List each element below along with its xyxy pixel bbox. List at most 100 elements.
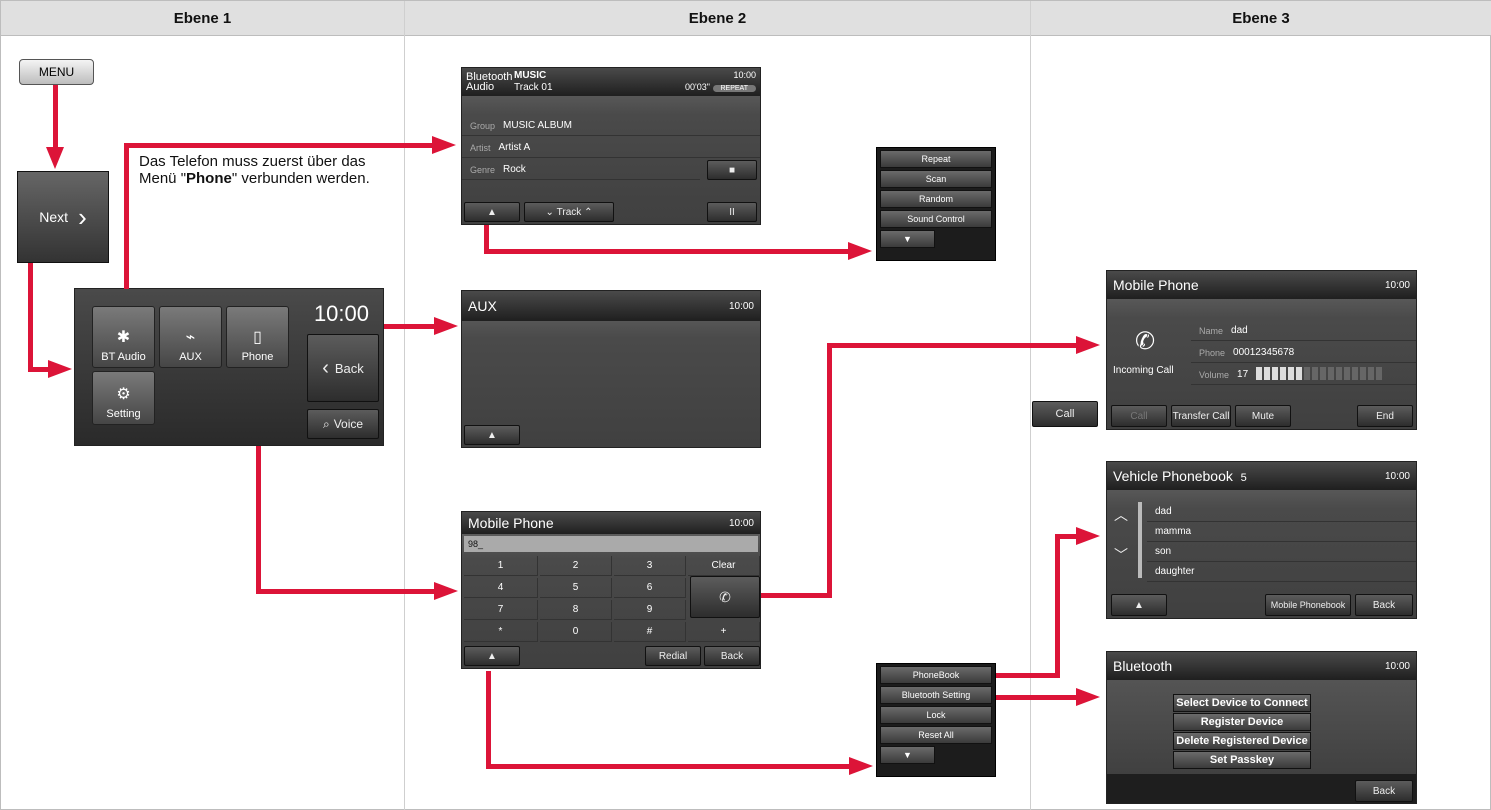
keypad-key[interactable]: 3 [614, 556, 686, 576]
clock: 10:00 [1384, 470, 1410, 482]
bluetooth-setting-item[interactable]: Bluetooth Setting [880, 686, 992, 704]
phone-menu: PhoneBook Bluetooth Setting Lock Reset A… [876, 663, 996, 777]
set-passkey-button[interactable]: Set Passkey [1173, 751, 1311, 769]
incoming-titlebar: Mobile Phone 10:00 [1107, 271, 1416, 299]
keypad-key[interactable]: Clear [688, 556, 760, 576]
source: MUSIC [514, 70, 547, 81]
volume-bar[interactable] [1256, 366, 1384, 383]
phone-label: Phone [241, 351, 274, 363]
aux-label: AUX [179, 351, 202, 363]
next-label: Next [39, 209, 69, 225]
sound-control-item[interactable]: Sound Control [880, 210, 992, 228]
contact-row[interactable]: mamma [1147, 522, 1416, 542]
select-device-button[interactable]: Select Device to Connect [1173, 694, 1311, 712]
back-button[interactable]: ‹ Back [307, 334, 379, 402]
contact-row[interactable]: son [1147, 542, 1416, 562]
menu-down-button[interactable]: ▼ [880, 230, 935, 248]
scrollbar[interactable] [1138, 502, 1142, 578]
stop-button[interactable]: ■ [707, 160, 757, 180]
call-button[interactable]: Call [1111, 405, 1167, 427]
repeat-badge: REPEAT [712, 85, 756, 92]
header-level-2: Ebene 2 [405, 1, 1030, 36]
incoming-status: Incoming Call [1113, 365, 1174, 376]
repeat-item[interactable]: Repeat [880, 150, 992, 168]
phone-label: Phone [1199, 347, 1226, 358]
keypad-key[interactable]: # [614, 622, 686, 642]
scroll-down-button[interactable]: ﹀ [1109, 542, 1133, 568]
group-row: Group MUSIC ALBUM [462, 116, 760, 136]
keypad-key[interactable]: 4 [464, 578, 538, 598]
volume-segment [1376, 366, 1383, 380]
phonebook-item[interactable]: PhoneBook [880, 666, 992, 684]
transfer-call-button[interactable]: Transfer Call [1171, 405, 1231, 427]
mobile-phonebook-button[interactable]: Mobile Phonebook [1265, 594, 1351, 616]
next-button[interactable]: Next › [17, 171, 109, 263]
volume-segment [1344, 366, 1351, 380]
track-button[interactable]: ⌄ Track ⌃ [524, 202, 614, 222]
genre-value: Rock [503, 164, 526, 175]
phonebook-titlebar: Vehicle Phonebook 5 10:00 [1107, 462, 1416, 490]
phone-title: Mobile Phone [468, 515, 554, 531]
bt-audio-titlebar: Bluetooth Audio MUSIC Track 01 10:00 00'03… [462, 68, 760, 96]
bt-audio-status: 10:00 00'03" REPEAT [685, 69, 756, 95]
lock-item[interactable]: Lock [880, 706, 992, 724]
keypad-key[interactable]: 2 [540, 556, 612, 576]
bluetooth-title: Bluetooth [1113, 658, 1173, 674]
voice-button[interactable]: ⌕ Voice [307, 409, 379, 439]
call-button[interactable]: ✆ [690, 576, 760, 618]
bt-audio-tile[interactable]: ✱ BT Audio [92, 306, 155, 368]
keypad-key[interactable]: 5 [540, 578, 612, 598]
menu-button[interactable]: MENU [19, 59, 94, 85]
keypad-key[interactable]: 6 [614, 578, 686, 598]
back-button[interactable]: Back [704, 646, 760, 666]
volume-segment [1256, 366, 1263, 380]
group-label: Group [470, 120, 496, 131]
artist-label: Artist [470, 142, 491, 153]
up-button[interactable]: ▲ [464, 425, 520, 445]
contact-row[interactable]: daughter [1147, 562, 1416, 582]
scan-item[interactable]: Scan [880, 170, 992, 188]
aux-tile[interactable]: ⌁ AUX [159, 306, 222, 368]
mute-button[interactable]: Mute [1235, 405, 1291, 427]
aux-screen: AUX 10:00 ▲ [461, 290, 761, 448]
phone-tile[interactable]: ▯ Phone [226, 306, 289, 368]
scroll-up-button[interactable]: ︿ [1109, 502, 1133, 528]
delete-device-button[interactable]: Delete Registered Device [1173, 732, 1311, 750]
keypad-key[interactable]: 8 [540, 600, 612, 620]
keypad-key[interactable]: + [688, 622, 760, 642]
volume-segment [1328, 366, 1335, 380]
phone-titlebar: Mobile Phone 10:00 [462, 512, 760, 534]
up-button[interactable]: ▲ [1111, 594, 1167, 616]
setting-tile[interactable]: ⚙ Setting [92, 371, 155, 425]
keypad-key[interactable]: 0 [540, 622, 612, 642]
up-button[interactable]: ▲ [464, 646, 520, 666]
reset-all-item[interactable]: Reset All [880, 726, 992, 744]
voice-label: Voice [333, 417, 364, 431]
incoming-title: Mobile Phone [1113, 277, 1199, 293]
main-menu-screen: ✱ BT Audio ⌁ AUX ▯ Phone ⚙ Setting 10:00 ‹ Ba… [74, 288, 384, 446]
keypad-key[interactable]: 1 [464, 556, 538, 576]
register-device-button[interactable]: Register Device [1173, 713, 1311, 731]
clock: 10:00 [733, 70, 756, 80]
back-button[interactable]: Back [1355, 594, 1413, 616]
time: 00'03" [685, 82, 710, 92]
keypad-key[interactable]: 7 [464, 600, 538, 620]
phone-icon: ▯ [253, 329, 262, 346]
number-entry[interactable]: 98_ [464, 536, 758, 552]
menu-down-button[interactable]: ▼ [880, 746, 935, 764]
keypad-key[interactable]: 9 [614, 600, 686, 620]
volume-segment [1320, 366, 1327, 380]
back-button[interactable]: Back [1355, 780, 1413, 802]
keypad-key[interactable]: * [464, 622, 538, 642]
contact-row[interactable]: dad [1147, 502, 1416, 522]
aux-titlebar: AUX 10:00 [462, 291, 760, 321]
random-item[interactable]: Random [880, 190, 992, 208]
group-value: MUSIC ALBUM [503, 120, 572, 131]
volume-segment [1296, 366, 1303, 380]
call-button-outside[interactable]: Call [1032, 401, 1098, 427]
up-button[interactable]: ▲ [464, 202, 520, 222]
redial-button[interactable]: Redial [645, 646, 701, 666]
end-button[interactable]: End [1357, 405, 1413, 427]
pause-button[interactable]: II [707, 202, 757, 222]
note-text: Das Telefon muss zuerst über das Menü "P… [139, 153, 399, 187]
